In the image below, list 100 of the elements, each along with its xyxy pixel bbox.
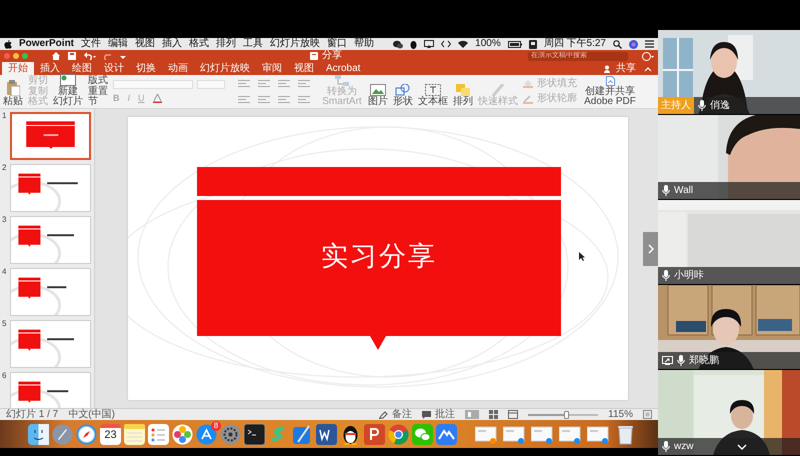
font-field[interactable]	[113, 80, 193, 89]
paste-button[interactable]: 粘贴	[3, 76, 23, 107]
menu-item[interactable]: 视图	[135, 38, 156, 50]
ribbon-command[interactable]: 重置	[88, 86, 108, 96]
calendar-icon[interactable]: 23	[100, 424, 121, 444]
word-icon[interactable]	[316, 424, 337, 444]
slide-number: 3	[2, 216, 6, 226]
window-preview-icon[interactable]	[475, 424, 497, 444]
participant-name: 俏逸	[710, 100, 730, 110]
comment-icon	[422, 410, 432, 418]
comments-button[interactable]: 批注	[422, 409, 456, 420]
normal-view-icon[interactable]	[465, 410, 480, 419]
slide-number: 2	[2, 164, 6, 174]
text-box-button[interactable]: 文本框	[418, 76, 448, 107]
menu-icon[interactable]	[645, 40, 654, 48]
reading-view-icon[interactable]	[508, 410, 518, 419]
zoom-percent[interactable]: 115%	[608, 409, 633, 420]
share-button[interactable]: 共享	[604, 64, 636, 74]
microphone-icon[interactable]	[662, 185, 670, 196]
window-preview-icon[interactable]	[559, 424, 581, 444]
menubar-clock[interactable]: 周四 下午5:27	[544, 38, 606, 50]
ribbon-tab[interactable]: 视图	[288, 62, 320, 75]
ribbon-tab[interactable]: 审阅	[256, 62, 288, 75]
apple-icon[interactable]	[4, 40, 12, 48]
airplay-icon[interactable]	[424, 40, 434, 48]
app-menu[interactable]: PowerPoint	[19, 38, 74, 50]
ribbon-command[interactable]: 节	[88, 97, 108, 107]
picture-icon	[370, 84, 386, 96]
gear-icon[interactable]	[220, 424, 241, 444]
ribbon-tab[interactable]: 设计	[98, 62, 130, 75]
microphone-icon[interactable]	[677, 355, 685, 366]
menu-item[interactable]: 排列	[216, 38, 236, 50]
shapes-button[interactable]: 形状	[393, 76, 413, 107]
chat-icon[interactable]	[393, 40, 404, 48]
screen-share-icon[interactable]	[662, 356, 673, 365]
language-status[interactable]: 中文(中国)	[68, 409, 115, 420]
menu-item[interactable]: 文件	[81, 38, 102, 50]
ribbon-tab[interactable]: 幻灯片放映	[194, 62, 256, 75]
compass-icon[interactable]	[76, 424, 97, 444]
save-icon[interactable]	[68, 52, 76, 60]
slide-number: 4	[2, 268, 6, 278]
microphone-icon[interactable]	[662, 441, 670, 452]
menu-item[interactable]: 插入	[162, 38, 182, 50]
font-color-icon[interactable]	[152, 94, 162, 103]
hammer-icon[interactable]	[292, 424, 313, 444]
create-pdf-button[interactable]: 创建并共享 Adobe PDF	[582, 76, 638, 107]
menu-item[interactable]: 编辑	[108, 38, 128, 50]
arrange-button[interactable]: 排列	[453, 76, 473, 107]
new-slide-button[interactable]: 新建 幻灯片	[53, 76, 83, 107]
app-store-icon[interactable]	[196, 424, 217, 444]
notes-button[interactable]: 备注	[379, 409, 412, 420]
window-preview-icon[interactable]	[503, 424, 525, 444]
minimize-window-icon[interactable]	[13, 53, 19, 59]
flower-icon[interactable]	[172, 424, 193, 444]
menu-item[interactable]: 帮助	[354, 38, 374, 50]
home-icon[interactable]	[52, 52, 60, 60]
microphone-icon[interactable]	[662, 270, 670, 281]
slide-position: 幻灯片 1 / 7	[6, 409, 58, 420]
notification-badge: 8	[211, 420, 221, 430]
menu-item[interactable]: 窗口	[327, 38, 348, 50]
window-preview-icon[interactable]	[587, 424, 609, 444]
window-preview-icon[interactable]	[531, 424, 553, 444]
font-size-field[interactable]	[197, 80, 225, 89]
microphone-icon[interactable]	[698, 100, 706, 111]
checklist-icon[interactable]	[148, 424, 169, 444]
shapes-icon	[395, 84, 411, 96]
presentation-icon[interactable]	[364, 424, 385, 444]
ribbon-command[interactable]: 版式	[88, 76, 108, 86]
ribbon-tab[interactable]: 插入	[34, 62, 66, 75]
fill-icon	[523, 79, 533, 88]
ribbon-tab[interactable]: 切换	[130, 62, 162, 75]
finder-icon[interactable]	[28, 424, 49, 444]
wifi-icon[interactable]	[458, 40, 468, 48]
siri-icon[interactable]	[629, 40, 638, 48]
flag-icon[interactable]	[528, 40, 537, 48]
next-slide-button[interactable]	[643, 232, 658, 266]
redo-icon[interactable]	[104, 52, 112, 60]
picture-button[interactable]: 图片	[368, 76, 388, 107]
ribbon-tab[interactable]: 动画	[162, 62, 194, 75]
code-icon[interactable]	[441, 40, 452, 48]
ribbon-tab[interactable]: Acrobat	[320, 62, 366, 75]
ribbon-tab[interactable]: 开始	[2, 62, 34, 75]
collapse-ribbon-icon[interactable]	[644, 66, 652, 72]
undo-icon[interactable]	[84, 52, 96, 60]
chrome-icon[interactable]	[388, 424, 409, 444]
terminal-icon[interactable]	[244, 424, 265, 444]
chevron-down-icon[interactable]	[737, 444, 748, 450]
chat-bubbles-icon[interactable]	[412, 424, 433, 444]
trash-icon[interactable]	[615, 424, 636, 444]
search-icon[interactable]	[613, 40, 622, 48]
battery-icon[interactable]	[508, 40, 522, 48]
fit-slide-icon[interactable]	[643, 410, 652, 419]
menu-item[interactable]: 幻灯片放映	[270, 38, 320, 50]
menu-item[interactable]: 格式	[189, 38, 210, 50]
zoom-window-icon[interactable]	[22, 53, 28, 59]
ribbon-tab[interactable]: 绘图	[66, 62, 98, 75]
notes-icon[interactable]	[124, 424, 145, 444]
mountain-icon[interactable]	[436, 424, 457, 444]
menu-item[interactable]: 工具	[243, 38, 264, 50]
sorter-view-icon[interactable]	[489, 410, 498, 419]
